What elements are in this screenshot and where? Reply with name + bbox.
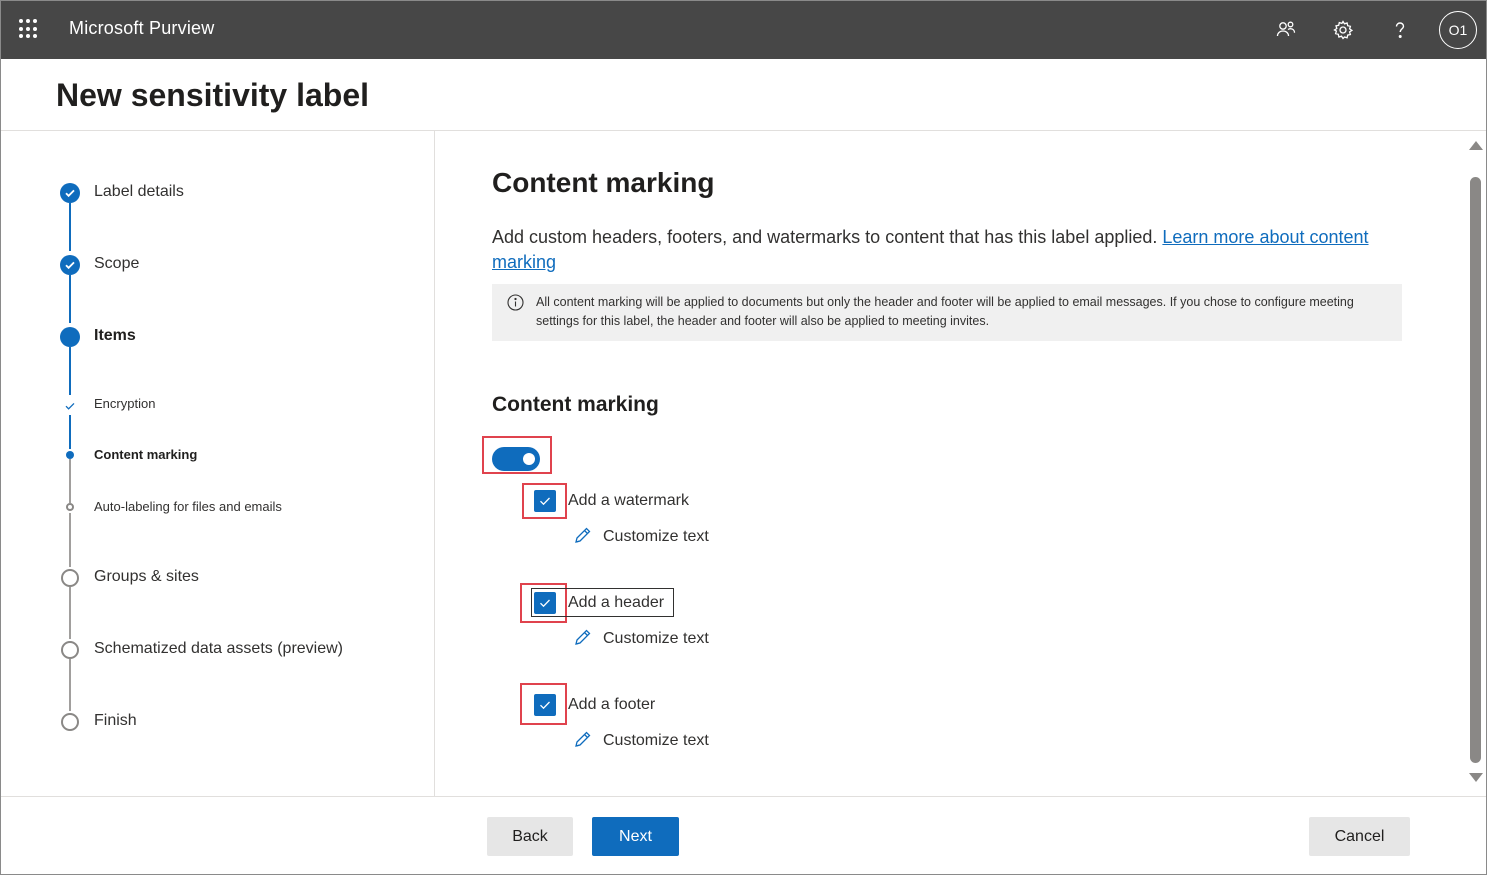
description-text: Add custom headers, footers, and waterma… [492,227,1163,247]
step-connector [69,203,71,251]
header-checkbox[interactable] [534,592,556,614]
step-connector [69,415,71,449]
main-content: Content marking Add custom headers, foot… [436,131,1466,796]
step-completed-icon [60,255,80,275]
step-label-details[interactable]: Label details [94,183,184,201]
vertical-scrollbar[interactable] [1466,131,1486,796]
step-connector [69,459,71,503]
substep-current-icon [66,451,74,459]
substep-check-icon [64,399,76,417]
watermark-customize-text-link[interactable]: Customize text [573,525,709,549]
step-pending-icon [61,641,79,659]
people-connect-icon[interactable] [1273,17,1299,43]
pencil-icon [573,729,593,754]
step-scope[interactable]: Scope [94,255,139,273]
step-connector [69,347,71,395]
footer-checkbox[interactable] [534,694,556,716]
subsection-title: Content marking [492,393,659,416]
info-message-bar: All content marking will be applied to d… [492,284,1402,341]
wizard-steps: Label details Scope Items Encryption Con… [1,131,435,796]
footer-label[interactable]: Add a footer [568,696,655,714]
step-schematized-data-assets[interactable]: Schematized data assets (preview) [94,640,343,658]
pencil-icon [573,525,593,550]
customize-text-label: Customize text [603,630,709,647]
help-icon[interactable] [1387,17,1413,43]
watermark-checkbox[interactable] [534,490,556,512]
avatar[interactable]: O1 [1439,11,1477,49]
description: Add custom headers, footers, and waterma… [492,225,1372,275]
substep-content-marking[interactable]: Content marking [94,447,197,462]
step-connector [69,587,71,639]
info-text: All content marking will be applied to d… [536,295,1354,328]
info-icon [507,294,524,311]
header-customize-text-link[interactable]: Customize text [573,627,709,651]
next-button[interactable]: Next [592,817,679,856]
app-launcher-icon[interactable] [19,19,39,39]
step-pending-icon [61,569,79,587]
back-button[interactable]: Back [487,817,573,856]
step-connector [69,513,71,567]
step-finish[interactable]: Finish [94,712,137,730]
section-title: Content marking [492,167,715,198]
app-title: Microsoft Purview [69,18,215,38]
scrollbar-thumb[interactable] [1470,177,1481,763]
watermark-label[interactable]: Add a watermark [568,492,689,510]
cancel-button[interactable]: Cancel [1309,817,1410,856]
top-bar: Microsoft Purview O1 [1,1,1486,59]
customize-text-label: Customize text [603,528,709,545]
page-header: New sensitivity label [1,59,1486,131]
scroll-down-arrow-icon[interactable] [1469,773,1483,782]
step-connector [69,275,71,323]
footer-customize-text-link[interactable]: Customize text [573,729,709,753]
content-marking-toggle[interactable] [492,447,540,471]
header-label[interactable]: Add a header [568,594,664,612]
customize-text-label: Customize text [603,732,709,749]
step-current-icon [60,327,80,347]
substep-auto-labeling[interactable]: Auto-labeling for files and emails [94,499,282,514]
wizard-footer: Back Next Cancel [1,796,1486,874]
app-window: Microsoft Purview O1 New sensitivity lab… [0,0,1487,875]
scroll-up-arrow-icon[interactable] [1469,141,1483,150]
step-completed-icon [60,183,80,203]
substep-encryption[interactable]: Encryption [94,396,155,411]
page-title: New sensitivity label [56,77,370,113]
step-groups-sites[interactable]: Groups & sites [94,568,199,586]
gear-icon[interactable] [1330,17,1356,43]
step-pending-icon [61,713,79,731]
step-connector [69,659,71,711]
toggle-knob [523,453,535,465]
substep-pending-icon [66,503,74,511]
pencil-icon [573,627,593,652]
step-items[interactable]: Items [94,327,136,345]
